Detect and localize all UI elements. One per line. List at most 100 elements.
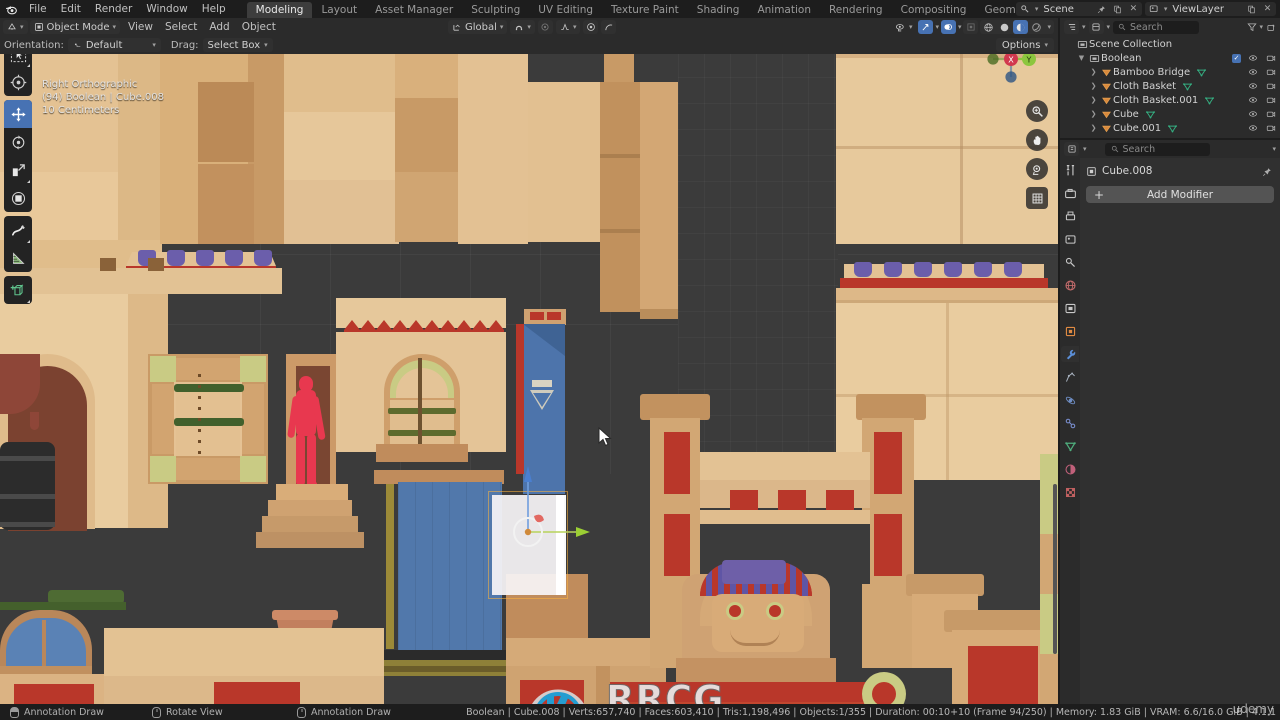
workspace-tab-animation[interactable]: Animation	[748, 2, 820, 18]
modifier-tab[interactable]	[1061, 346, 1079, 362]
new-view-layer-icon[interactable]	[1245, 3, 1258, 15]
exclude-checkbox[interactable]: ✓	[1232, 53, 1241, 63]
mesh-data-badge-icon[interactable]	[1204, 95, 1215, 106]
camera-icon[interactable]	[1265, 52, 1277, 64]
shading-wireframe-button[interactable]	[981, 20, 996, 34]
outliner-row-cloth-basket[interactable]: ❯ Cloth Basket	[1060, 79, 1280, 93]
filter-icon[interactable]: ▾	[1247, 22, 1263, 32]
camera-icon[interactable]	[1265, 108, 1277, 120]
workspace-tab-asset-manager[interactable]: Asset Manager	[366, 2, 462, 18]
eye-icon[interactable]	[1247, 66, 1259, 78]
outliner-row-bamboo-bridge[interactable]: ❯ Bamboo Bridge	[1060, 65, 1280, 79]
render-tab[interactable]	[1061, 185, 1079, 201]
eye-icon[interactable]	[1247, 122, 1259, 134]
disclosure-triangle-icon[interactable]: ▼	[1076, 54, 1087, 62]
chevron-down-icon[interactable]: ▾	[1045, 23, 1053, 31]
close-icon[interactable]: ✕	[1127, 3, 1140, 15]
chevron-down-icon[interactable]: ▾	[1107, 23, 1111, 31]
annotate-tool-button[interactable]	[4, 216, 32, 244]
chevron-down-icon[interactable]: ▾	[1082, 23, 1086, 31]
close-icon[interactable]: ✕	[1261, 3, 1274, 15]
workspace-tab-texture-paint[interactable]: Texture Paint	[602, 2, 688, 18]
measure-tool-button[interactable]	[4, 244, 32, 272]
outliner-row-cloth-basket-001[interactable]: ❯ Cloth Basket.001	[1060, 93, 1280, 107]
chevron-down-icon[interactable]: ▾	[1083, 145, 1087, 153]
transform-orientation-button[interactable]: Global ▾	[448, 20, 508, 34]
disclosure-triangle-icon[interactable]: ❯	[1088, 68, 1099, 76]
move-tool-button[interactable]	[4, 100, 32, 128]
gizmo-toggle[interactable]	[918, 20, 934, 34]
camera-icon[interactable]	[1026, 158, 1048, 180]
outliner-row-cube-001[interactable]: ❯ Cube.001	[1060, 121, 1280, 135]
grid-icon[interactable]	[1026, 187, 1048, 209]
chevron-down-icon[interactable]: ▾	[935, 23, 939, 31]
menu-render[interactable]: Render	[88, 0, 139, 18]
pin-icon[interactable]	[1262, 162, 1272, 181]
mesh-data-badge-icon[interactable]	[1182, 81, 1193, 92]
data-tab[interactable]	[1061, 438, 1079, 454]
mesh-data-badge-icon[interactable]	[1145, 109, 1156, 120]
eye-icon[interactable]	[1247, 80, 1259, 92]
chevron-down-icon[interactable]: ▾	[1272, 145, 1276, 153]
scene-selector[interactable]: ▾ Scene ✕	[1015, 2, 1142, 16]
disclosure-triangle-icon[interactable]: ❯	[1088, 96, 1099, 104]
visibility-dropdown[interactable]: ▾	[891, 20, 917, 34]
workspace-tab-rendering[interactable]: Rendering	[820, 2, 892, 18]
menu-file[interactable]: File	[22, 0, 54, 18]
texture-tab[interactable]	[1061, 484, 1079, 500]
scene-tab[interactable]	[1061, 254, 1079, 270]
pivot-point-button[interactable]	[583, 20, 599, 34]
viewport-canvas[interactable]: Right Orthographic (94) Boolean | Cube.0…	[0, 54, 1058, 704]
zoom-icon[interactable]	[1026, 100, 1048, 122]
proportional-falloff-button[interactable]: ▾	[555, 20, 581, 34]
blender-logo-icon[interactable]	[0, 0, 22, 18]
shading-material-preview-button[interactable]	[1013, 20, 1029, 34]
menu-edit[interactable]: Edit	[54, 0, 88, 18]
disclosure-triangle-icon[interactable]: ❯	[1088, 82, 1099, 90]
particles-tab[interactable]	[1061, 369, 1079, 385]
add-cube-tool-button[interactable]	[4, 276, 32, 304]
disclosure-triangle-icon[interactable]: ❯	[1088, 124, 1099, 132]
outliner-editor-type-icon[interactable]	[1064, 20, 1079, 34]
object-tab[interactable]	[1061, 323, 1079, 339]
workspace-tab-layout[interactable]: Layout	[312, 2, 366, 18]
xray-toggle[interactable]	[963, 20, 979, 34]
menu-help[interactable]: Help	[195, 0, 233, 18]
rotate-tool-button[interactable]	[4, 128, 32, 156]
drag-dropdown[interactable]: Select Box ▾	[202, 38, 273, 52]
mesh-data-badge-icon[interactable]	[1196, 67, 1207, 78]
object-mode-selector[interactable]: Object Mode ▾	[29, 20, 121, 34]
mesh-data-badge-icon[interactable]	[1167, 123, 1178, 134]
outliner-row-cube[interactable]: ❯ Cube	[1060, 107, 1280, 121]
hand-icon[interactable]	[1026, 129, 1048, 151]
snap-toggle[interactable]: ▾	[510, 20, 535, 34]
pin-icon[interactable]	[1095, 3, 1108, 15]
constraints-tab[interactable]	[1061, 415, 1079, 431]
tool-tab[interactable]	[1061, 162, 1079, 178]
move-gizmo[interactable]	[498, 452, 638, 572]
outliner-editor[interactable]: ▾ ▾ Search ▾ Scene Collection ▼ Boolean ✓ ❯ B…	[1060, 18, 1280, 138]
add-modifier-button[interactable]: + Add Modifier	[1086, 186, 1274, 203]
workspace-tab-uv-editing[interactable]: UV Editing	[529, 2, 602, 18]
viewport-menu-select[interactable]: Select	[159, 18, 203, 36]
view-layer-tab[interactable]	[1061, 231, 1079, 247]
new-collection-icon[interactable]	[1266, 18, 1276, 37]
outliner-display-mode-icon[interactable]	[1088, 20, 1104, 34]
workspace-tab-shading[interactable]: Shading	[688, 2, 749, 18]
cursor-tool-button[interactable]	[4, 68, 32, 96]
viewport-scrollbar[interactable]	[1053, 484, 1057, 654]
properties-editor-type-icon[interactable]	[1064, 142, 1079, 156]
scale-tool-button[interactable]	[4, 156, 32, 184]
physics-tab[interactable]	[1061, 392, 1079, 408]
properties-editor[interactable]: ▾ Search ▾ Cube.008 + Add Modifier	[1060, 140, 1280, 704]
chevron-down-icon[interactable]: ▾	[958, 23, 962, 31]
workspace-tab-compositing[interactable]: Compositing	[892, 2, 976, 18]
material-tab[interactable]	[1061, 461, 1079, 477]
camera-icon[interactable]	[1265, 80, 1277, 92]
workspace-tab-sculpting[interactable]: Sculpting	[462, 2, 529, 18]
output-tab[interactable]	[1061, 208, 1079, 224]
3d-viewport[interactable]: ▾ Object Mode ▾ View Select Add Object Glob…	[0, 18, 1058, 704]
world-tab[interactable]	[1061, 277, 1079, 293]
editor-type-button[interactable]: ▾	[3, 20, 28, 34]
shading-rendered-button[interactable]	[1029, 20, 1044, 34]
